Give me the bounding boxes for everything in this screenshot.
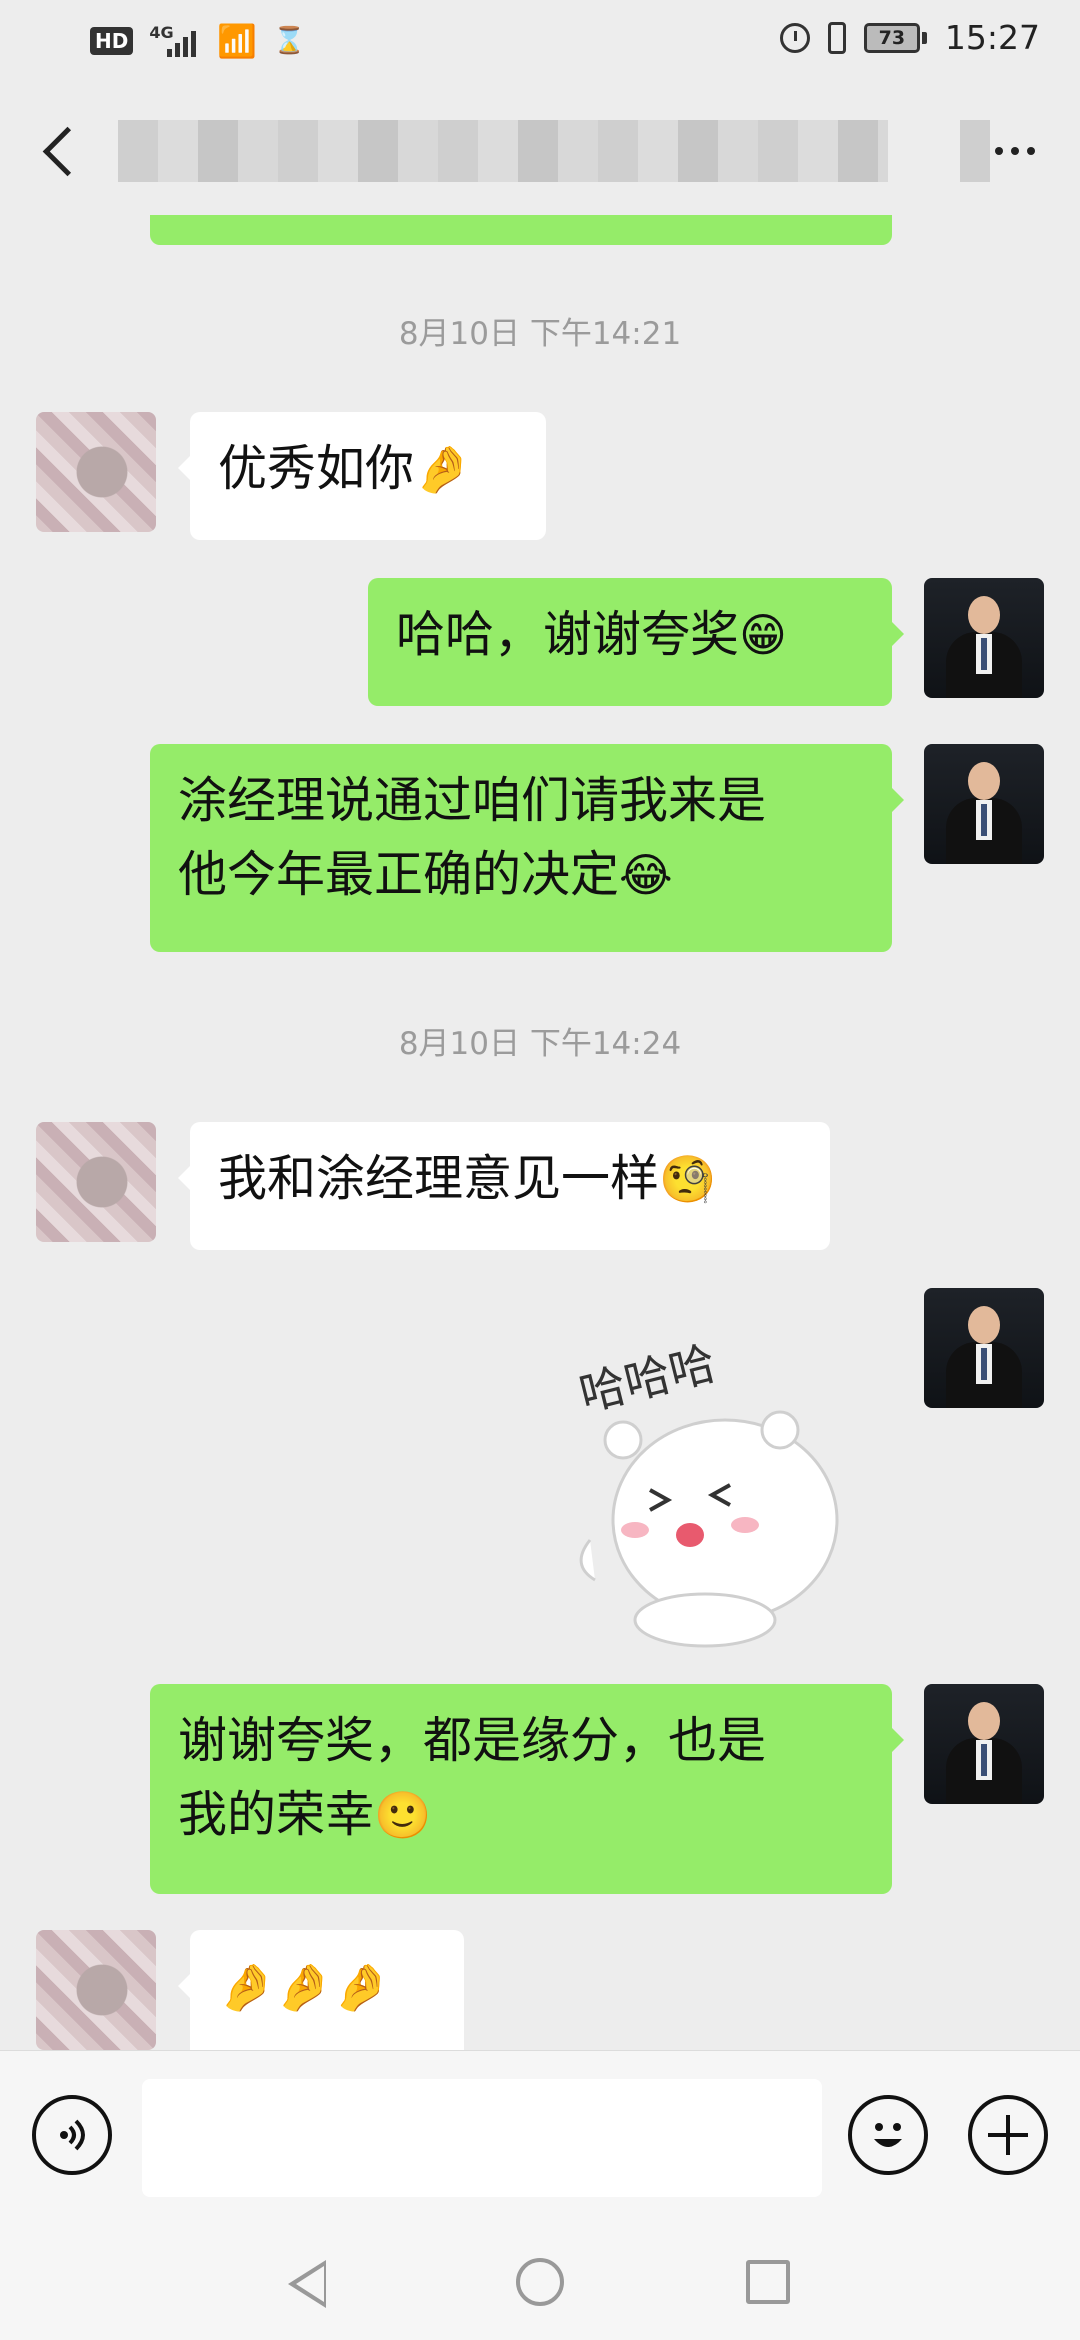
sticker-text: 哈哈哈 — [574, 1336, 721, 1422]
message-text: 我和涂经理意见一样 — [218, 1150, 660, 1207]
vibrate-icon — [827, 21, 846, 54]
contact-avatar[interactable] — [36, 1122, 156, 1242]
chat-title-blurred — [118, 120, 888, 182]
nav-recents-icon[interactable] — [746, 2260, 790, 2304]
grin-emoji: 😁 — [739, 608, 787, 662]
laughing-crying-emoji: 😂 — [619, 848, 673, 902]
timestamp: 8月10日 下午14:21 — [398, 316, 682, 352]
nav-back-icon[interactable] — [288, 2260, 326, 2308]
message-text: 谢谢夸奖，都是缘分，也是 我的荣幸 — [178, 1712, 767, 1843]
pinched-fingers-emoji: 🤌🤌🤌 — [218, 1960, 390, 2014]
status-bar: HD 4G 📶 ⌛ 73 15:27 — [0, 0, 1080, 80]
my-avatar[interactable] — [924, 578, 1044, 698]
plus-icon[interactable] — [968, 2095, 1048, 2175]
message-input[interactable] — [142, 2079, 822, 2197]
contact-avatar[interactable] — [36, 412, 156, 532]
message-bubble-right: 涂经理说通过咱们请我来是 他今年最正确的决定😂 — [150, 744, 904, 952]
system-nav-bar — [0, 2218, 1080, 2340]
message-bubble-right: 谢谢夸奖，都是缘分，也是 我的荣幸🙂 — [150, 1684, 904, 1894]
thinking-emoji: 🧐 — [659, 1152, 717, 1206]
alarm-icon — [779, 22, 810, 53]
chat-title-blurred-tail — [960, 120, 990, 182]
battery-level: 73 — [863, 22, 920, 53]
emoji-icon[interactable] — [848, 2095, 928, 2175]
smile-emoji: 🙂 — [374, 1788, 432, 1842]
pinched-fingers-emoji: 🤌 — [414, 442, 472, 496]
my-avatar[interactable] — [924, 1288, 1044, 1408]
cell-signal-icon: 4G — [149, 23, 201, 59]
message-bubble-left: 我和涂经理意见一样🧐 — [178, 1122, 830, 1250]
hourglass-icon: ⌛ — [273, 26, 306, 56]
nav-home-icon[interactable] — [516, 2258, 564, 2306]
message-text: 优秀如你 — [218, 440, 415, 497]
message-text: 涂经理说通过咱们请我来是 他今年最正确的决定 — [178, 772, 767, 903]
timestamp: 8月10日 下午14:24 — [398, 1026, 682, 1062]
chat-header — [0, 80, 1080, 220]
wifi-icon: 📶 — [217, 22, 258, 60]
previous-message-bubble — [150, 215, 892, 245]
my-avatar[interactable] — [924, 1684, 1044, 1804]
battery-icon: 73 — [863, 22, 927, 53]
message-bubble-left: 优秀如你🤌 — [178, 412, 546, 540]
more-icon[interactable] — [990, 136, 1040, 166]
voice-icon[interactable] — [32, 2095, 112, 2175]
sticker-message[interactable]: 哈哈哈 — [555, 1290, 875, 1660]
back-arrow-icon[interactable] — [36, 120, 96, 180]
my-avatar[interactable] — [924, 744, 1044, 864]
message-bubble-right: 哈哈，谢谢夸奖😁 — [368, 578, 904, 706]
hd-badge: HD — [90, 27, 134, 55]
status-time: 15:27 — [944, 18, 1040, 57]
input-bar — [0, 2050, 1080, 2219]
message-text: 哈哈，谢谢夸奖 — [396, 606, 740, 663]
contact-avatar[interactable] — [36, 1930, 156, 2050]
message-bubble-left: 🤌🤌🤌 — [178, 1930, 464, 2050]
